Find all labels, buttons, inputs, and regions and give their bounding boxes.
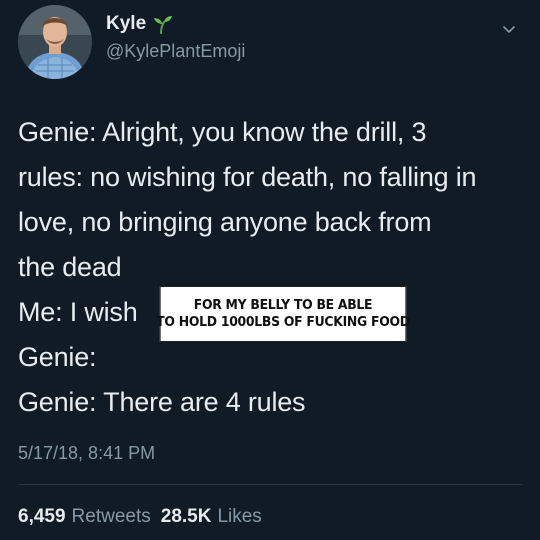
chevron-down-icon[interactable]	[502, 22, 516, 36]
retweets-count: 6,459	[18, 506, 66, 527]
tweet-text-line: Genie: There are 4 rules	[18, 387, 306, 417]
avatar-image	[18, 5, 92, 79]
tweet-text-line: love, no bringing anyone back from	[18, 207, 432, 237]
tweet-card: Kyle @KylePlantEmoji Genie: Alright, you…	[0, 0, 540, 540]
divider	[18, 484, 522, 485]
caption-line: TO HOLD 1000LBS OF FUCKING FOOD	[156, 314, 410, 330]
tweet-text: Genie: Alright, you know the drill, 3 ru…	[18, 110, 528, 425]
tweet-text-line: rules: no wishing for death, no falling …	[18, 162, 477, 192]
caption-line: FOR MY BELLY TO BE ABLE	[193, 297, 373, 313]
user-handle[interactable]: @KylePlantEmoji	[106, 40, 245, 62]
sprout-icon	[151, 14, 173, 34]
retweets-label: Retweets	[71, 506, 151, 527]
tweet-timestamp[interactable]: 5/17/18, 8:41 PM	[18, 441, 155, 465]
tweet-stats: 6,459 Retweets 28.5K Likes	[18, 504, 262, 530]
retweets-stat[interactable]: 6,459 Retweets	[18, 504, 151, 530]
tweet-text-line: Genie: Alright, you know the drill, 3	[18, 117, 427, 147]
tweet-text-line: the dead	[18, 252, 122, 282]
display-name[interactable]: Kyle	[106, 12, 146, 36]
likes-count: 28.5K	[160, 506, 212, 527]
author-name-row[interactable]: Kyle	[106, 12, 173, 36]
avatar[interactable]	[18, 5, 92, 79]
likes-stat[interactable]: 28.5K Likes	[161, 504, 262, 530]
likes-label: Likes	[217, 506, 262, 527]
meme-caption-box: FOR MY BELLY TO BE ABLE TO HOLD 1000LBS …	[156, 286, 410, 342]
